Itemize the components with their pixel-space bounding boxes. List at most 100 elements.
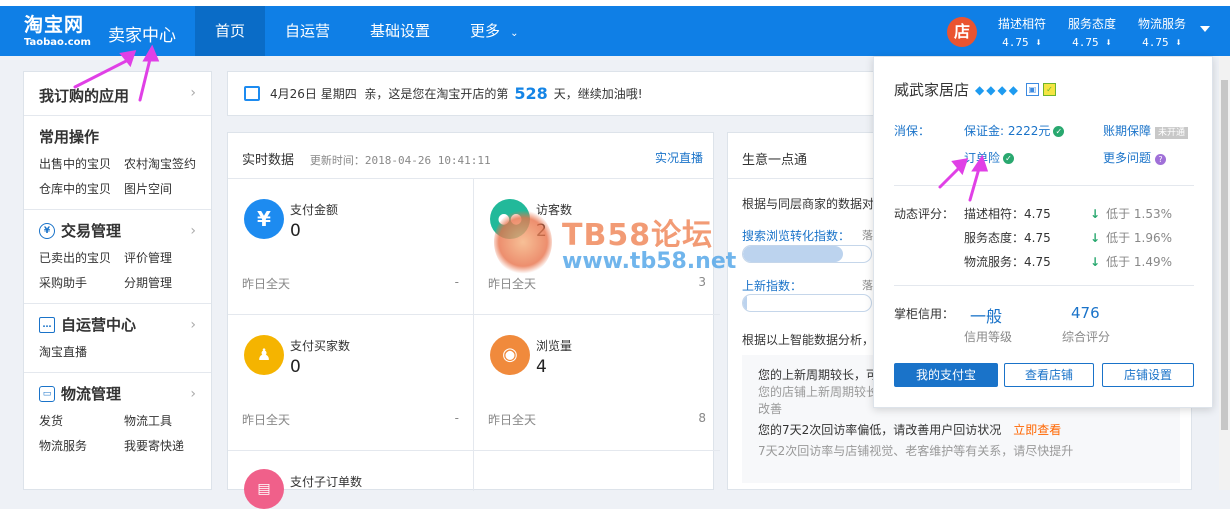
rating-description[interactable]: 描述相符 4.75 ⬇ [998, 15, 1046, 49]
sidebar-link[interactable]: 淘宝直播 [39, 343, 124, 360]
metric-label: 支付金额 [290, 203, 339, 217]
consumer-protection-label: 消保： [894, 124, 931, 138]
check-icon: ✓ [1003, 153, 1015, 164]
rating-value: 4.75 ⬇ [1072, 36, 1112, 49]
my-apps-header[interactable]: 我订购的应用 › [24, 72, 211, 116]
more-questions-link[interactable]: 更多问题? [1103, 149, 1167, 166]
self-ops-title[interactable]: … 自运营中心 › [39, 314, 196, 335]
id-card-icon[interactable]: ▣ [1025, 83, 1039, 96]
logo-main-text: 淘宝网 [24, 14, 85, 36]
notice-date: 4月26日 星期四 [270, 87, 357, 101]
dynamic-score-label: 动态评分： [894, 207, 955, 221]
yesterday-value: 3 [698, 275, 706, 289]
shop-name: 威武家居店 [894, 81, 970, 99]
score-compare: ↓ 低于 1.49% [1090, 253, 1172, 270]
sidebar-link[interactable]: 我要寄快递 [124, 437, 209, 454]
deposit-link[interactable]: 保证金: 2222元 ✓ [964, 122, 1065, 139]
yesterday-value: 8 [698, 411, 706, 425]
tip-line: 7天2次回访率与店铺视觉、老客维护等有关系，请尽快提升 [758, 444, 1074, 458]
sidebar-link[interactable]: 分期管理 [124, 274, 209, 291]
logistics-title[interactable]: ▭ 物流管理 › [39, 383, 196, 404]
view-now-link[interactable]: 立即查看 [1013, 423, 1061, 437]
diamond-icon: ◆ [1008, 82, 1018, 97]
sidebar-link[interactable]: 图片空间 [124, 180, 209, 197]
metric-card-buyers[interactable]: ♟ 支付买家数 0 昨日全天 - [228, 315, 474, 451]
metric-card-pageviews[interactable]: ◉ 浏览量 4 昨日全天 8 [474, 315, 720, 451]
credit-level[interactable]: 一般 [970, 303, 1002, 327]
rating-service[interactable]: 服务态度 4.75 ⬇ [1068, 15, 1116, 49]
down-arrow-icon: ↓ [1090, 255, 1101, 269]
account-guarantee-link[interactable]: 账期保障 未开通 [1103, 122, 1189, 139]
deposit-text: 保证金: 2222元 [964, 124, 1051, 138]
divider [894, 285, 1194, 286]
caret-down-icon[interactable] [1200, 26, 1210, 32]
sidebar-link[interactable]: 已卖出的宝贝 [39, 249, 124, 266]
sidebar-link[interactable]: 评价管理 [124, 249, 209, 266]
metric-card-visitors[interactable]: ●● 访客数 2 昨日全天 3 [474, 179, 720, 315]
search-index-bar-fill [743, 246, 843, 262]
nav-basic-settings[interactable]: 基础设置 [350, 6, 450, 56]
score-compare-text: 低于 1.53% [1106, 207, 1172, 221]
view-shop-button[interactable]: 查看店铺 [1004, 363, 1094, 387]
sidebar-link[interactable]: 农村淘宝签约 [124, 155, 209, 172]
logistics-title-label: 物流管理 [61, 385, 122, 403]
sidebar-link[interactable]: 仓库中的宝贝 [39, 180, 124, 197]
shop-avatar[interactable]: 店 [947, 17, 977, 47]
trade-title[interactable]: ¥ 交易管理 › [39, 220, 196, 241]
sidebar-link[interactable]: 采购助手 [39, 274, 124, 291]
my-apps-title: 我订购的应用 [39, 87, 130, 105]
metric-value: 0 [290, 221, 301, 241]
nav-self-ops[interactable]: 自运营 [265, 6, 350, 56]
rating-logistics[interactable]: 物流服务 4.75 ⬇ [1138, 15, 1186, 49]
update-time: 更新时间：2018-04-26 10:41:11 [309, 154, 491, 167]
nav-home[interactable]: 首页 [195, 6, 266, 56]
my-alipay-button[interactable]: 我的支付宝 [894, 363, 998, 387]
sidebar-link[interactable]: 发货 [39, 412, 124, 429]
seller-badge-icon[interactable]: ✓ [1042, 83, 1056, 96]
score-compare: ↓ 低于 1.96% [1090, 229, 1172, 246]
scrollbar-thumb[interactable] [1221, 80, 1228, 430]
diamond-icon: ◆ [975, 82, 985, 97]
self-ops-title-label: 自运营中心 [61, 316, 137, 334]
chevron-down-icon: ⌄ [510, 28, 519, 39]
order-insurance-link[interactable]: 订单险 ✓ [964, 149, 1015, 166]
compare-text: 根据与同层商家的数据对 [742, 197, 875, 211]
score-compare-text: 低于 1.49% [1106, 255, 1172, 269]
search-index-label[interactable]: 搜索浏览转化指数： [742, 227, 850, 244]
chevron-right-icon: › [190, 385, 196, 402]
new-bar-tag: 落 [862, 279, 873, 292]
metric-card-sub-orders[interactable]: ▤ 支付子订单数 [228, 451, 474, 509]
chat-icon: … [39, 316, 55, 333]
search-index-bar [742, 245, 872, 263]
sidebar-link[interactable]: 物流服务 [39, 437, 124, 454]
new-index-bar [742, 294, 872, 312]
metric-label: 支付买家数 [290, 339, 351, 353]
shop-age-notice: 4月26日 星期四 亲，这是您在淘宝开店的第 528 天，继续加油哦! [227, 71, 877, 116]
diamond-icon: ◆ [997, 82, 1007, 97]
main-nav: 首页 自运营 基础设置 更多 ⌄ [195, 6, 538, 56]
top-navigation-bar: 淘宝网 Taobao.com 卖家中心 首页 自运营 基础设置 更多 ⌄ 店 描述… [0, 6, 1230, 56]
total-score[interactable]: 476 [1071, 304, 1100, 322]
metric-card-pay-amount[interactable]: ¥ 支付金额 0 昨日全天 - [228, 179, 474, 315]
metric-value: 2 [536, 221, 547, 241]
taobao-logo[interactable]: 淘宝网 Taobao.com [24, 15, 91, 48]
score-compare-text: 低于 1.96% [1106, 231, 1172, 245]
yesterday-value: - [454, 275, 459, 289]
account-guarantee-text: 账期保障 [1103, 124, 1152, 138]
sidebar-link[interactable]: 物流工具 [124, 412, 209, 429]
not-open-badge: 未开通 [1155, 127, 1189, 139]
search-bar-tag: 落 [862, 229, 873, 242]
shop-info-popup: 威武家居店 ◆ ◆ ◆ ◆ ▣ ✓ 消保： 保证金: 2222元 ✓ 账期保障 未开… [873, 56, 1213, 408]
live-link[interactable]: 实况直播 [655, 149, 703, 166]
metric-value: 4 [536, 357, 547, 377]
metric-label: 浏览量 [536, 339, 573, 353]
yen-icon: ¥ [244, 199, 284, 239]
nav-more[interactable]: 更多 ⌄ [450, 6, 538, 56]
new-index-label[interactable]: 上新指数： [742, 277, 802, 294]
sidebar-link[interactable]: 出售中的宝贝 [39, 155, 124, 172]
score-compare: ↓ 低于 1.53% [1090, 205, 1172, 222]
seller-center-title[interactable]: 卖家中心 [108, 21, 176, 46]
shop-settings-button[interactable]: 店铺设置 [1102, 363, 1194, 387]
common-ops-section: 常用操作 出售中的宝贝 农村淘宝签约 仓库中的宝贝 图片空间 [24, 116, 211, 210]
score-description: 描述相符：4.75 [964, 207, 1051, 221]
